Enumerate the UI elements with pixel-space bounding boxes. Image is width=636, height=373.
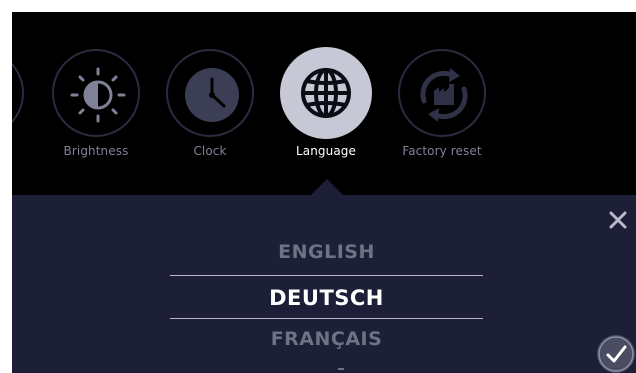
factory-reset-icon <box>420 68 468 122</box>
language-button[interactable] <box>280 47 372 139</box>
language-option-deutsch[interactable]: DEUTSCH <box>170 286 483 310</box>
close-button[interactable] <box>607 209 629 231</box>
checkmark-icon <box>598 336 634 372</box>
close-icon <box>609 211 627 229</box>
factory-reset-label: Factory reset <box>402 144 482 158</box>
clock-label: Clock <box>193 144 227 158</box>
settings-icon-bar: Brightness Clock Language Factory reset <box>12 12 636 195</box>
more-options-indicator <box>338 368 344 370</box>
brightness-icon <box>70 67 126 123</box>
language-option-francais[interactable]: FRANÇAIS <box>170 328 483 350</box>
clock-icon <box>185 68 239 122</box>
screen: Brightness Clock Language Factory reset … <box>12 12 636 373</box>
language-option-english[interactable]: ENGLISH <box>170 241 483 263</box>
selection-divider-bottom <box>170 318 483 319</box>
partial-settings-item[interactable] <box>12 49 24 137</box>
brightness-button[interactable] <box>52 49 140 137</box>
globe-icon <box>301 68 351 118</box>
selection-divider-top <box>170 275 483 276</box>
factory-reset-button[interactable] <box>398 49 486 137</box>
language-label: Language <box>295 144 357 158</box>
panel-pointer <box>311 179 343 195</box>
confirm-button[interactable] <box>597 335 635 373</box>
brightness-label: Brightness <box>63 144 129 158</box>
clock-button[interactable] <box>166 49 254 137</box>
